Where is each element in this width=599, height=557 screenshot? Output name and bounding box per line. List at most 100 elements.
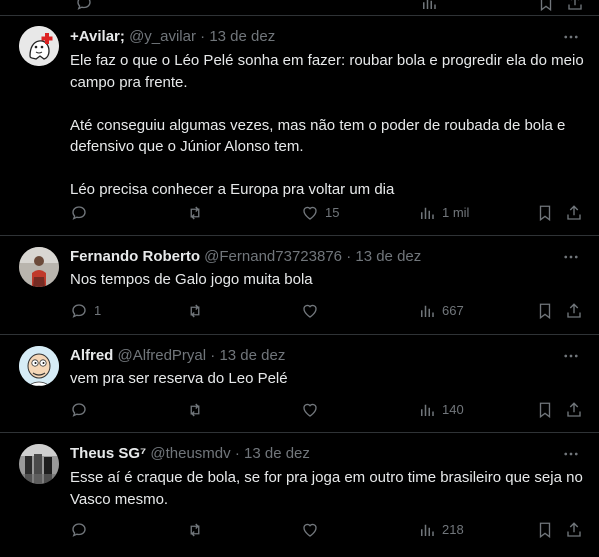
view-count: 1 mil [442,205,470,220]
retweet-icon [190,403,200,417]
display-name[interactable]: Alfred [70,347,113,364]
retweet-icon [190,304,200,318]
tweet-actions: 15 1 mil [70,203,585,223]
reply-icon[interactable] [75,0,93,17]
view-count: 667 [442,303,464,318]
avatar[interactable] [19,247,59,287]
reply-count: 1 [94,303,102,318]
separator-dot: · [346,248,352,265]
share-icon [567,522,581,537]
tweet-actions: 218 [70,520,585,540]
user-handle[interactable]: @theusmdv [150,445,230,462]
views-icon[interactable] [420,0,438,17]
user-handle[interactable]: @y_avilar [129,28,196,45]
like-button[interactable] [301,301,325,321]
share-button[interactable] [565,400,583,420]
retweet-button[interactable] [186,203,210,223]
tweet-date[interactable]: 13 de dez [244,445,310,462]
retweet-button[interactable] [186,520,210,540]
heart-icon [303,206,317,220]
tweet-date[interactable]: 13 de dez [209,28,275,45]
bookmark-icon [539,205,551,222]
views-button[interactable]: 218 [418,520,464,540]
reply-feed: +Avilar; @y_avilar · 13 de dez Ele faz o… [0,0,599,557]
tweet-header: Alfred @AlfredPryal · 13 de dez [70,346,285,366]
heart-icon [303,523,317,537]
separator-dot: · [234,445,240,462]
reply-button[interactable] [70,203,94,223]
more-icon[interactable] [561,346,581,366]
tweet-card[interactable]: Theus SG⁷ @theusmdv · 13 de dez Esse aí … [0,434,599,557]
tweet-actions: 140 [70,400,585,420]
user-handle[interactable]: @AlfredPryal [118,347,207,364]
tweet-date[interactable]: 13 de dez [219,347,285,364]
retweet-icon [190,523,200,537]
more-icon[interactable] [561,444,581,464]
reply-icon [72,523,86,537]
tweet-text: Ele faz o que o Léo Pelé sonha em fazer:… [70,52,584,198]
bookmark-button[interactable] [536,400,554,420]
share-button[interactable] [565,203,583,223]
tweet-text: vem pra ser reserva do Leo Pelé [70,370,288,387]
display-name[interactable]: Fernando Roberto [70,248,200,265]
separator-dot: · [200,28,206,45]
tweet-text: Esse aí é craque de bola, se for pra jog… [70,469,583,508]
name-badge: ⁷ [140,445,147,462]
bookmark-button[interactable] [536,520,554,540]
heart-icon [303,304,317,318]
display-name[interactable]: +Avilar; [70,28,125,45]
reply-button[interactable] [70,520,94,540]
like-button[interactable] [301,520,325,540]
display-name[interactable]: Theus SG [70,445,140,462]
tweet-actions: 1 667 [70,301,585,321]
tweet-header: Fernando Roberto @Fernand73723876 · 13 d… [70,247,421,267]
views-button[interactable]: 667 [418,301,464,321]
bookmark-icon [539,522,551,539]
views-icon [421,305,434,317]
tweet-card[interactable]: Alfred @AlfredPryal · 13 de dez vem pra … [0,336,599,433]
share-icon [567,205,581,220]
avatar[interactable] [19,346,59,386]
avatar[interactable] [19,26,59,66]
tweet-date[interactable]: 13 de dez [355,248,421,265]
view-count: 140 [442,402,464,417]
reply-icon [72,403,86,417]
views-icon [421,207,434,219]
bookmark-button[interactable] [536,301,554,321]
share-icon [567,303,581,318]
views-icon [421,404,434,416]
views-icon [421,524,434,536]
retweet-button[interactable] [186,301,210,321]
previous-tweet-actions [0,0,599,16]
heart-icon [303,403,317,417]
like-count: 15 [325,205,340,220]
user-handle[interactable]: @Fernand73723876 [204,248,342,265]
retweet-icon [190,206,200,220]
avatar[interactable] [19,444,59,484]
bookmark-icon [539,303,551,320]
bookmark-button[interactable] [536,203,554,223]
separator-dot: · [210,347,216,364]
tweet-header: +Avilar; @y_avilar · 13 de dez [70,27,275,47]
bookmark-icon[interactable] [537,0,555,17]
retweet-button[interactable] [186,400,210,420]
reply-icon [72,304,86,318]
tweet-text: Nos tempos de Galo jogo muita bola [70,271,313,288]
like-button[interactable] [301,400,325,420]
reply-button[interactable] [70,400,94,420]
more-icon[interactable] [561,27,581,47]
like-button[interactable]: 15 [301,203,339,223]
view-count: 218 [442,522,464,537]
share-button[interactable] [565,301,583,321]
views-button[interactable]: 1 mil [418,203,469,223]
tweet-card[interactable]: +Avilar; @y_avilar · 13 de dez Ele faz o… [0,17,599,236]
tweet-header: Theus SG⁷ @theusmdv · 13 de dez [70,444,310,464]
reply-icon [72,206,86,220]
share-icon [567,402,581,417]
views-button[interactable]: 140 [418,400,464,420]
more-icon[interactable] [561,247,581,267]
share-icon[interactable] [566,0,584,17]
share-button[interactable] [565,520,583,540]
tweet-card[interactable]: Fernando Roberto @Fernand73723876 · 13 d… [0,237,599,335]
reply-button[interactable]: 1 [70,301,101,321]
